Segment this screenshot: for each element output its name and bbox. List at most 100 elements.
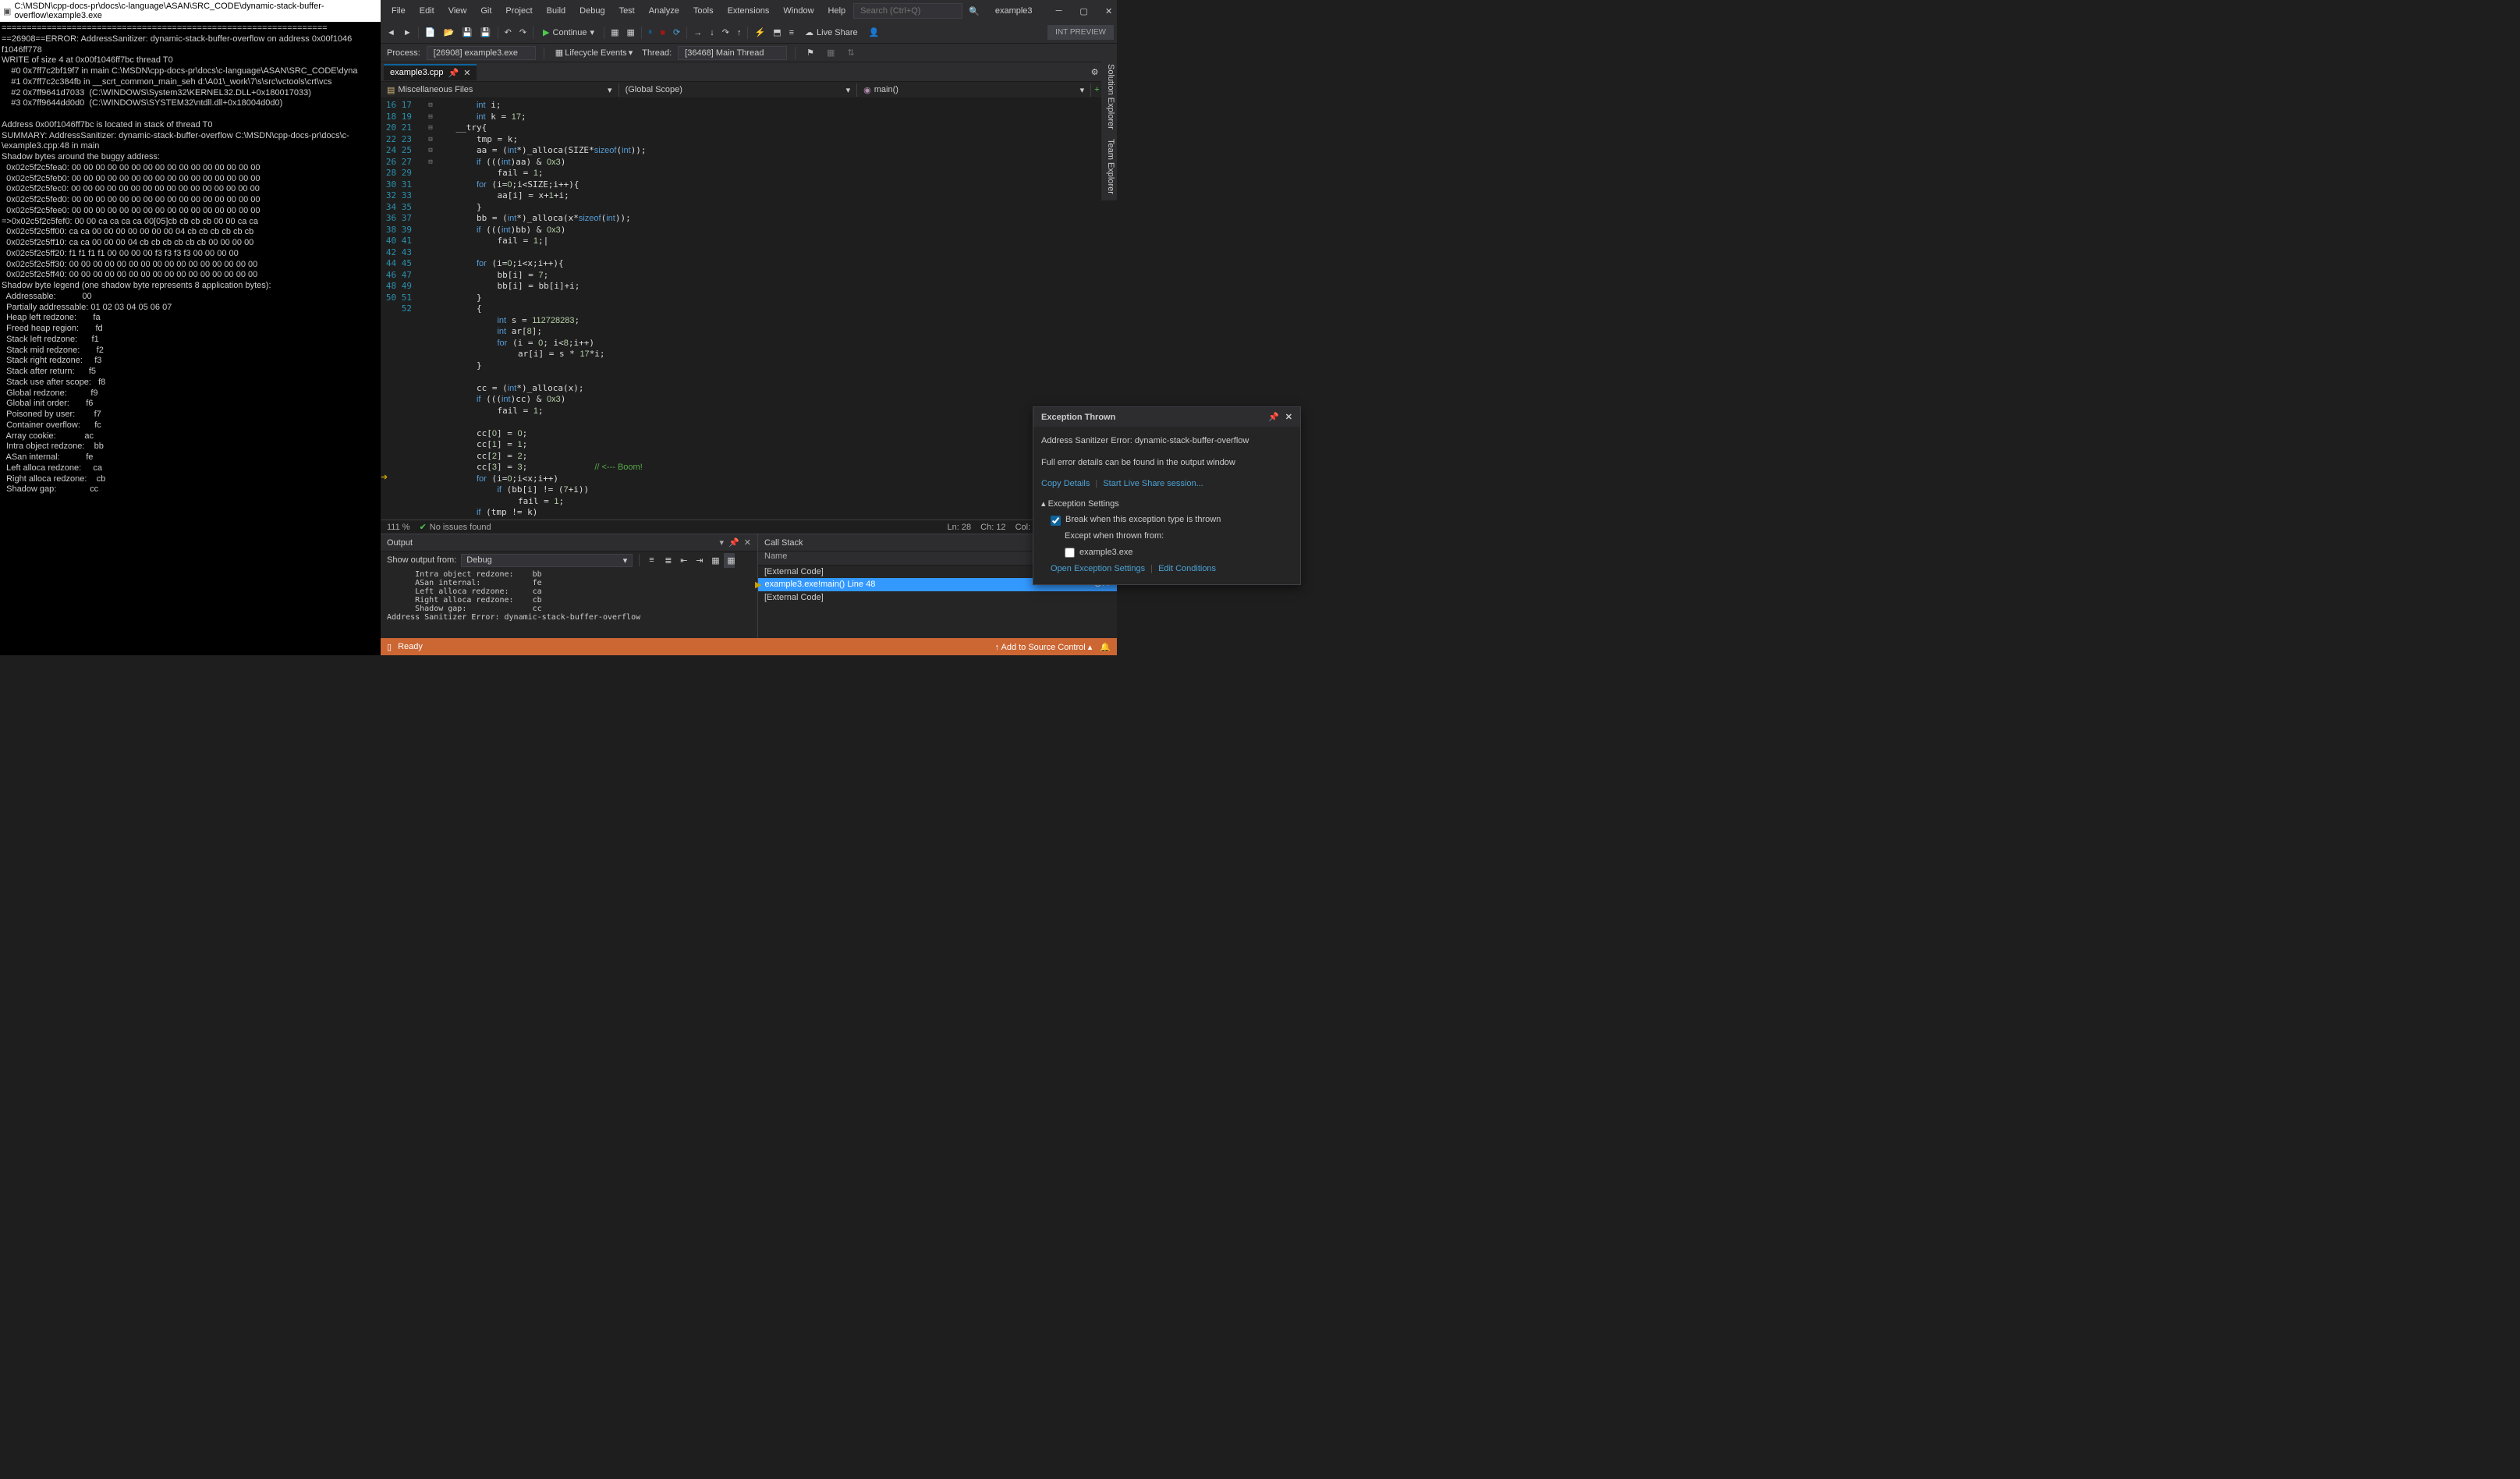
step-into-icon[interactable]: ↓ xyxy=(707,26,718,40)
menu-window[interactable]: Window xyxy=(777,3,820,19)
int-preview-badge: INT PREVIEW xyxy=(1047,25,1114,40)
pause-icon[interactable]: ⏸ xyxy=(645,25,656,40)
stack-frame-icon[interactable]: ▦ xyxy=(824,45,838,60)
line-indicator[interactable]: Ln: 28 xyxy=(948,523,972,532)
step-out-icon[interactable]: ↑ xyxy=(734,26,745,40)
watch-icon[interactable]: ⬒ xyxy=(770,25,784,40)
open-exc-settings-link[interactable]: Open Exception Settings xyxy=(1051,564,1145,573)
hot-reload-icon[interactable]: ⚡ xyxy=(751,25,768,40)
menu-debug[interactable]: Debug xyxy=(573,3,611,19)
debug-toolwin-icon[interactable]: ▦ xyxy=(608,25,622,40)
sort-icon[interactable]: ⇅ xyxy=(844,45,857,60)
step-over-icon[interactable]: ↷ xyxy=(719,25,732,40)
debug-toolwin2-icon[interactable]: ▦ xyxy=(623,25,637,40)
pane-dropdown-icon[interactable]: ▾ xyxy=(720,537,725,548)
menu-test[interactable]: Test xyxy=(613,3,641,19)
outdent-icon[interactable]: ⇥ xyxy=(693,553,704,568)
feedback-icon[interactable]: 👤 xyxy=(866,25,883,40)
current-line-icon: ➜ xyxy=(381,472,388,482)
menu-extensions[interactable]: Extensions xyxy=(721,3,776,19)
output-body[interactable]: Intra object redzone: bb ASan internal: … xyxy=(381,569,757,638)
undo-icon[interactable]: ↶ xyxy=(502,25,515,40)
scope-namespace[interactable]: (Global Scope)▾ xyxy=(619,83,858,97)
copy-details-link[interactable]: Copy Details xyxy=(1041,479,1090,488)
line-numbers: 16 17 18 19 20 21 22 23 24 25 26 27 28 2… xyxy=(381,98,426,520)
menu-help[interactable]: Help xyxy=(822,3,852,19)
menu-edit[interactable]: Edit xyxy=(413,3,441,19)
save-icon[interactable]: 💾 xyxy=(459,25,476,40)
notifications-icon[interactable]: 🔔 xyxy=(1100,642,1111,652)
maximize-button[interactable]: ▢ xyxy=(1072,2,1097,20)
code-editor[interactable]: 16 17 18 19 20 21 22 23 24 25 26 27 28 2… xyxy=(381,98,1117,520)
nav-back-icon[interactable]: ◄ xyxy=(384,26,399,40)
indent-icon[interactable]: ⇤ xyxy=(677,553,688,568)
thread-selector[interactable]: [36468] Main Thread xyxy=(678,46,787,60)
pane-close-icon[interactable]: ✕ xyxy=(744,537,751,548)
no-issues-badge[interactable]: No issues found xyxy=(420,522,491,532)
continue-button[interactable]: Continue ▾ xyxy=(537,25,601,40)
menu-project[interactable]: Project xyxy=(499,3,538,19)
show-output-label: Show output from: xyxy=(387,555,456,565)
code-content[interactable]: int i; int k = 17; __try{ tmp = k; aa = … xyxy=(435,98,1117,520)
exception-settings-header[interactable]: ▴ Exception Settings xyxy=(1041,498,1292,512)
open-icon[interactable]: 📂 xyxy=(440,25,457,40)
output-source-selector[interactable]: Debug▾ xyxy=(461,554,633,567)
minimize-button[interactable]: ─ xyxy=(1047,2,1072,20)
team-explorer-tab[interactable]: Team Explorer xyxy=(1103,139,1115,194)
live-share-link[interactable]: Start Live Share session... xyxy=(1103,479,1203,488)
status-bar: ▯ Ready ↑ Add to Source Control ▴ 🔔 xyxy=(381,638,1117,655)
save-all-icon[interactable]: 💾 xyxy=(477,25,494,40)
solution-title: example3 xyxy=(986,6,1042,16)
scope-function[interactable]: ◉main()▾ xyxy=(857,83,1091,97)
break-checkbox[interactable] xyxy=(1051,516,1061,526)
pin-icon[interactable]: 📌 xyxy=(448,68,459,78)
menu-analyze[interactable]: Analyze xyxy=(643,3,686,19)
close-popup-icon[interactable]: ✕ xyxy=(1285,412,1292,422)
callstack-title: Call Stack xyxy=(764,538,803,548)
debug-toolbar: Process: [26908] example3.exe ▦ Lifecycl… xyxy=(381,44,1117,62)
lifecycle-icon[interactable]: ▦ Lifecycle Events ▾ xyxy=(552,45,636,60)
pane-pin-icon[interactable]: 📌 xyxy=(728,537,739,548)
menu-build[interactable]: Build xyxy=(541,3,572,19)
fold-margin[interactable]: ⊟ ⊟ ⊟ ⊟ ⊟ ⊟ xyxy=(426,98,435,520)
nav-fwd-icon[interactable]: ► xyxy=(400,26,415,40)
show-next-stmt-icon[interactable]: → xyxy=(690,26,705,40)
process-selector[interactable]: [26908] example3.exe xyxy=(427,46,536,60)
clear-output-icon[interactable]: ≡ xyxy=(646,553,657,567)
tab-close-icon[interactable]: ✕ xyxy=(463,68,470,78)
console-title-text: C:\MSDN\cpp-docs-pr\docs\c-language\ASAN… xyxy=(14,2,377,20)
live-share-button[interactable]: ☁ Live Share xyxy=(799,27,864,37)
editor-tab[interactable]: example3.cpp 📌 ✕ xyxy=(384,64,477,80)
add-source-control[interactable]: ↑ Add to Source Control ▴ xyxy=(995,642,1093,652)
zoom-level[interactable]: 111 % xyxy=(387,523,410,532)
pin-popup-icon[interactable]: 📌 xyxy=(1268,412,1279,422)
output-pane: Output ▾ 📌 ✕ Show output from: Debug▾ ≡ … xyxy=(381,534,758,638)
scope-project[interactable]: ▤Miscellaneous Files▾ xyxy=(381,83,619,97)
editor-tab-bar: example3.cpp 📌 ✕ ⚙ ▾ xyxy=(381,62,1117,81)
flag-icon[interactable]: ⚑ xyxy=(803,45,817,60)
toggle-wrap-icon[interactable]: ≣ xyxy=(661,553,672,568)
stack-icon[interactable]: ≡ xyxy=(786,26,797,40)
out-btn1-icon[interactable]: ▦ xyxy=(708,553,719,568)
editor-status-strip: 111 % No issues found Ln: 28 Ch: 12 Col:… xyxy=(381,520,1117,534)
menu-file[interactable]: File xyxy=(385,3,412,19)
close-button[interactable]: ✕ xyxy=(1097,2,1122,20)
menu-tools[interactable]: Tools xyxy=(687,3,720,19)
console-titlebar[interactable]: C:\MSDN\cpp-docs-pr\docs\c-language\ASAN… xyxy=(0,0,381,22)
search-input[interactable] xyxy=(853,3,962,19)
search-icon[interactable]: 🔍 xyxy=(964,6,984,16)
tab-filename: example3.cpp xyxy=(390,68,444,77)
thread-label: Thread: xyxy=(642,48,672,58)
edit-conditions-link[interactable]: Edit Conditions xyxy=(1158,564,1216,573)
new-project-icon[interactable]: 📄 xyxy=(422,25,439,40)
menu-view[interactable]: View xyxy=(442,3,473,19)
out-btn2-icon[interactable]: ▦ xyxy=(724,553,735,568)
restart-icon[interactable]: ⟳ xyxy=(670,25,683,40)
stop-icon[interactable]: ■ xyxy=(657,26,668,40)
redo-icon[interactable]: ↷ xyxy=(516,25,530,40)
char-indicator[interactable]: Ch: 12 xyxy=(980,523,1005,532)
except-module-checkbox[interactable] xyxy=(1065,548,1075,558)
callstack-row[interactable]: [External Code] xyxy=(758,591,1117,604)
solution-explorer-tab[interactable]: Solution Explorer xyxy=(1103,64,1115,129)
menu-git[interactable]: Git xyxy=(474,3,498,19)
